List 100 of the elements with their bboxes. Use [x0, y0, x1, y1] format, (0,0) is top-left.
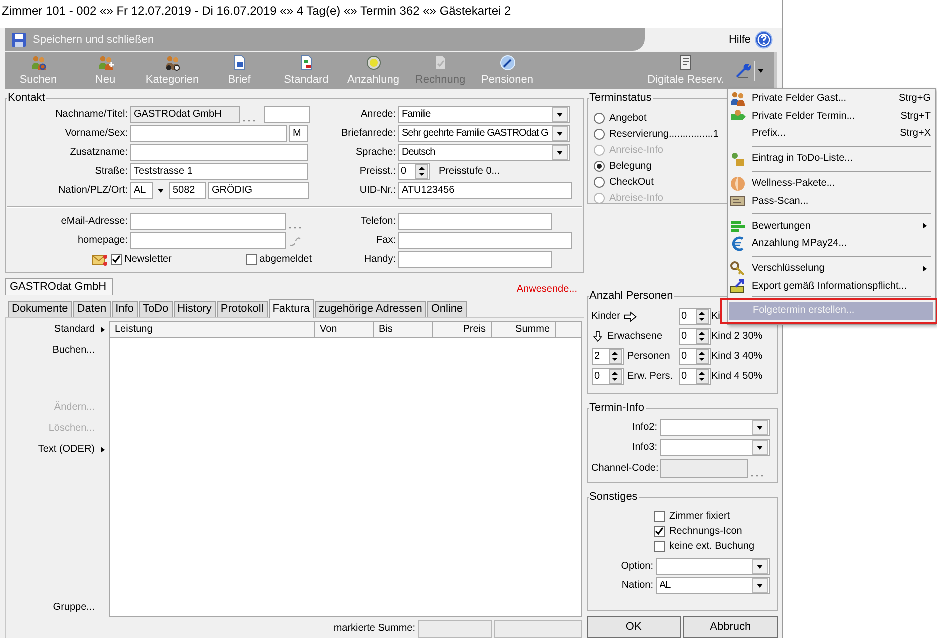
menu-item[interactable]: Export gemäß Informationspflicht... — [728, 278, 935, 295]
text-field[interactable]: GRÖDIG — [208, 182, 309, 199]
number-spinner[interactable]: 0 — [678, 308, 710, 325]
field-label: Handy: — [363, 254, 396, 265]
present-guests-link[interactable]: Anwesende... — [516, 284, 584, 295]
column-header[interactable]: Preis — [433, 322, 492, 337]
down-arrow-icon — [592, 330, 604, 344]
number-spinner[interactable]: 0 — [678, 368, 710, 385]
field-label: Briefanrede: — [340, 128, 396, 139]
dropdown-field[interactable]: Deutsch — [398, 144, 570, 161]
text-field[interactable] — [130, 125, 287, 142]
action-link[interactable]: Text (ODER) — [38, 444, 95, 455]
person-tab[interactable]: GASTROdat GmbH — [5, 278, 113, 295]
dialog-button[interactable]: OK — [586, 616, 682, 638]
column-header[interactable]: Summe — [492, 322, 556, 337]
text-field[interactable] — [130, 232, 286, 249]
document-icon — [232, 55, 248, 71]
field-label: Channel-Code: — [592, 463, 658, 474]
euro-icon — [730, 236, 746, 252]
dropdown-field[interactable]: AL — [656, 577, 770, 594]
number-spinner[interactable]: 0 — [678, 348, 710, 365]
help-icon — [755, 30, 773, 48]
caret-icon[interactable] — [158, 188, 164, 192]
number-spinner[interactable]: 2 — [592, 348, 624, 365]
checkbox[interactable] — [654, 511, 664, 522]
people-icon — [730, 90, 746, 107]
radio-label: Abreise-Info — [610, 192, 664, 203]
text-field[interactable] — [264, 106, 310, 123]
column-header[interactable]: Von — [315, 322, 374, 337]
field-label: Personen — [628, 351, 670, 362]
field-label: homepage: — [76, 235, 128, 246]
field-label: UID-Nr.: — [358, 185, 396, 196]
field-label: eMail-Adresse: — [60, 216, 128, 227]
column-header[interactable]: Leistung — [110, 322, 315, 337]
menu-item[interactable]: Pass-Scan... — [728, 192, 935, 210]
action-link[interactable]: Gruppe... — [53, 602, 95, 613]
dropdown-field[interactable] — [660, 439, 770, 456]
pen-icon — [500, 55, 516, 71]
number-spinner[interactable]: 0 — [398, 163, 430, 180]
checkbox-label: abgemeldet — [260, 254, 312, 265]
action-link[interactable]: Standard — [54, 324, 95, 335]
group-title: Termin-Info — [588, 402, 646, 414]
menu-item[interactable]: Private Felder Termin... Strg+T — [728, 108, 935, 125]
column-header[interactable]: Bis — [374, 322, 433, 337]
checkbox[interactable] — [654, 541, 664, 552]
text-field[interactable] — [130, 144, 308, 161]
dropdown-field[interactable] — [656, 558, 770, 575]
dropdown-field[interactable]: Sehr geehrte Familie GASTROdat G — [398, 125, 570, 142]
tab[interactable]: History — [174, 301, 216, 317]
radio-button[interactable] — [594, 112, 604, 124]
checkbox[interactable] — [246, 254, 257, 265]
right-arrow-icon — [624, 310, 638, 324]
field-label: Nation: — [620, 580, 654, 591]
tab[interactable]: Faktura — [268, 299, 314, 318]
tab[interactable]: Protokoll — [216, 301, 268, 317]
submenu-arrow-icon — [101, 326, 105, 332]
radio-label: Reservierung................1 — [610, 128, 719, 140]
text-field[interactable] — [398, 232, 572, 249]
text-field[interactable] — [130, 213, 286, 230]
window-title: Zimmer 101 - 002 «» Fr 12.07.2019 - Di 16.07.2019 «» 4 Tag(e) «» Termin 362 «» Gästekartei 2 — [0, 0, 782, 22]
tab[interactable]: Daten — [73, 301, 111, 317]
dropdown-field[interactable]: Familie — [398, 106, 570, 123]
dialog-button[interactable]: Abbruch — [683, 616, 778, 638]
field-label: Option: — [620, 561, 654, 572]
text-field[interactable] — [398, 251, 552, 268]
text-field[interactable] — [398, 213, 552, 230]
dropdown-field[interactable] — [660, 419, 770, 436]
action-link[interactable]: Buchen... — [52, 345, 95, 356]
field-label: Nation/PLZ/Ort: — [58, 185, 128, 196]
radio-button[interactable] — [594, 176, 604, 188]
field-label: Erw. Pers. — [628, 371, 674, 382]
text-field[interactable]: ATU123456 — [398, 182, 572, 199]
tab[interactable]: zugehörige Adressen — [315, 301, 426, 317]
number-spinner[interactable]: 0 — [678, 328, 710, 345]
menu-item[interactable]: Anzahlung MPay24... — [728, 235, 935, 252]
text-field[interactable]: Teststrasse 1 — [130, 163, 308, 180]
number-spinner[interactable]: 0 — [592, 368, 624, 385]
group-title: Anzahl Personen — [588, 290, 674, 302]
help-button[interactable]: Hilfe — [724, 30, 777, 48]
checkbox[interactable] — [110, 254, 122, 265]
radio-button[interactable] — [594, 160, 604, 172]
checkbox[interactable] — [654, 526, 664, 537]
radio-label: Anreise-Info — [610, 144, 664, 156]
field-label: Zusatzname: — [69, 147, 128, 158]
submenu-arrow-icon — [923, 223, 927, 229]
text-field[interactable]: M — [289, 125, 308, 142]
tab[interactable]: Info — [112, 301, 138, 317]
field-label: Sprache: — [354, 147, 396, 158]
tab[interactable]: Online — [427, 301, 468, 317]
tab[interactable]: ToDo — [138, 301, 173, 317]
text-field[interactable]: 5082 — [169, 182, 206, 199]
submenu-arrow-icon — [101, 446, 105, 452]
text-field[interactable]: AL — [130, 182, 153, 199]
radio-button[interactable] — [594, 128, 604, 140]
menu-item[interactable]: Private Felder Gast... Strg+G — [728, 90, 935, 108]
menu-item[interactable]: Prefix... Strg+X — [728, 125, 935, 142]
text-field[interactable]: GASTROdat GmbH — [130, 106, 240, 123]
tab[interactable]: Dokumente — [8, 301, 72, 317]
radio-label: Belegung — [610, 160, 652, 172]
coin-icon — [366, 55, 382, 71]
